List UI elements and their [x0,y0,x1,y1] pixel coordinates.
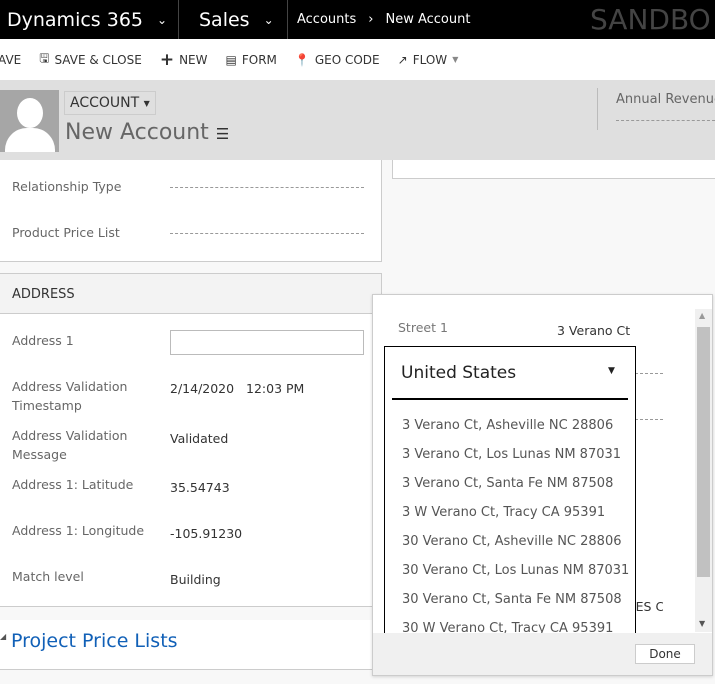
done-button[interactable]: Done [635,644,695,664]
app-switcher[interactable]: Dynamics 365 ⌄ [7,0,167,39]
form-icon: ▤ [225,52,237,67]
scroll-down-icon[interactable]: ▼ [699,619,705,628]
suggestion-item[interactable]: 3 Verano Ct, Asheville NC 28806 [385,411,635,440]
address1-label: Address 1 [12,333,74,348]
relationship-type-field[interactable] [170,187,364,188]
breadcrumb: Accounts › New Account [297,0,470,39]
relationship-type-label: Relationship Type [12,179,122,194]
validation-message-value: Validated [170,431,229,446]
save-close-button[interactable]: 🖫 SAVE & CLOSE [39,49,142,70]
module-switcher[interactable]: Sales ⌄ [199,0,274,39]
scrollbar[interactable]: ▲ ▼ [695,309,712,632]
country-select[interactable]: United States ▼ [392,347,628,400]
validation-timestamp-label: Address Validation Timestamp [12,379,128,413]
project-price-lists-section[interactable]: ◢ Project Price Lists [0,620,390,670]
flow-button[interactable]: ↗ FLOW ▼ [398,53,459,67]
chevron-right-icon: › [368,12,374,27]
country-value: United States [401,363,517,383]
new-label: NEW [179,52,208,67]
product-price-list-label: Product Price List [12,225,120,240]
annual-revenue-label: Annual Revenue [616,92,715,107]
form-header: ACCOUNT ▼ New Account ☰ Annual Revenue [0,80,715,160]
suggestions: 3 Verano Ct, Asheville NC 28806 3 Verano … [385,411,635,641]
suggestion-item[interactable]: 30 Verano Ct, Los Lunas NM 87031 [385,556,635,585]
flow-label: FLOW [412,52,448,67]
suggestion-item[interactable]: 3 W Verano Ct, Tracy CA 95391 [385,498,635,527]
save-button[interactable]: AVE [0,53,21,67]
record-title: New Account ☰ [65,120,229,145]
latitude-label: Address 1: Latitude [12,477,134,492]
command-bar: AVE 🖫 SAVE & CLOSE + NEW ▤ FORM 📍 GEO CODE ↗… [0,39,715,80]
match-level-value: Building [170,572,221,587]
avatar[interactable] [0,90,59,152]
caret-down-icon: ▼ [143,99,150,108]
form-label: FORM [241,52,277,67]
new-button[interactable]: + NEW [160,50,208,70]
address1-input[interactable] [170,330,364,355]
caret-down-icon: ▼ [452,55,459,64]
suggestion-item[interactable]: 30 Verano Ct, Santa Fe NM 87508 [385,585,635,614]
breadcrumb-accounts[interactable]: Accounts [297,12,356,27]
scroll-up-icon[interactable]: ▲ [699,311,705,320]
breadcrumb-new-account[interactable]: New Account [385,12,470,27]
caret-down-icon: ▼ [608,366,615,376]
suggestion-list: United States ▼ 3 Verano Ct, Asheville N… [384,346,636,641]
app-name: Dynamics 365 [7,8,143,31]
entity-form-selector[interactable]: ACCOUNT ▼ [64,91,156,115]
save-label: AVE [0,52,22,67]
street1-label: Street 1 [398,320,448,335]
address-suggestion-popup: Street 1 3 Verano Ct TES C United States… [372,294,713,676]
save-close-label: SAVE & CLOSE [54,52,142,67]
module-name: Sales [199,8,250,31]
right-panel [392,160,715,179]
chevron-down-icon: ⌄ [263,12,274,27]
sandbox-watermark: SANDBO [590,3,711,36]
address-section: ADDRESS Address 1 Address Validation Tim… [0,273,382,607]
product-price-list-field[interactable] [170,233,364,234]
collapse-triangle-icon[interactable]: ◢ [0,632,6,641]
validation-timestamp-value: 2/14/2020 12:03 PM [170,381,305,396]
geo-code-label: GEO CODE [314,52,380,67]
geo-code-button[interactable]: 📍 GEO CODE [295,53,380,67]
street1-value: 3 Verano Ct [557,323,631,338]
title-text: New Account [65,120,209,145]
menu-icon[interactable]: ☰ [216,125,229,143]
details-section: Relationship Type Product Price List [0,160,382,262]
top-nav-bar: Dynamics 365 ⌄ Sales ⌄ Accounts › New Accoun… [0,0,715,39]
entity-label: ACCOUNT [70,95,140,111]
latitude-value: 35.54743 [170,480,230,495]
project-price-lists-title[interactable]: Project Price Lists [11,630,178,652]
scrollbar-thumb[interactable] [697,327,710,577]
suggestion-item[interactable]: 3 Verano Ct, Los Lunas NM 87031 [385,440,635,469]
suggestion-item[interactable]: 30 Verano Ct, Asheville NC 28806 [385,527,635,556]
flow-icon: ↗ [397,52,408,67]
suggestion-item[interactable]: 3 Verano Ct, Santa Fe NM 87508 [385,469,635,498]
match-level-label: Match level [12,569,84,584]
plus-icon: + [159,49,175,70]
validation-message-label: Address Validation Message [12,428,128,462]
popup-footer: Done [373,633,712,675]
longitude-label: Address 1: Longitude [12,523,145,538]
section-title: ADDRESS [0,274,381,314]
form-button[interactable]: ▤ FORM [226,53,277,67]
map-pin-icon: 📍 [294,52,310,67]
chevron-down-icon: ⌄ [157,12,168,27]
longitude-value: -105.91230 [170,526,243,541]
save-close-icon: 🖫 [39,51,50,65]
